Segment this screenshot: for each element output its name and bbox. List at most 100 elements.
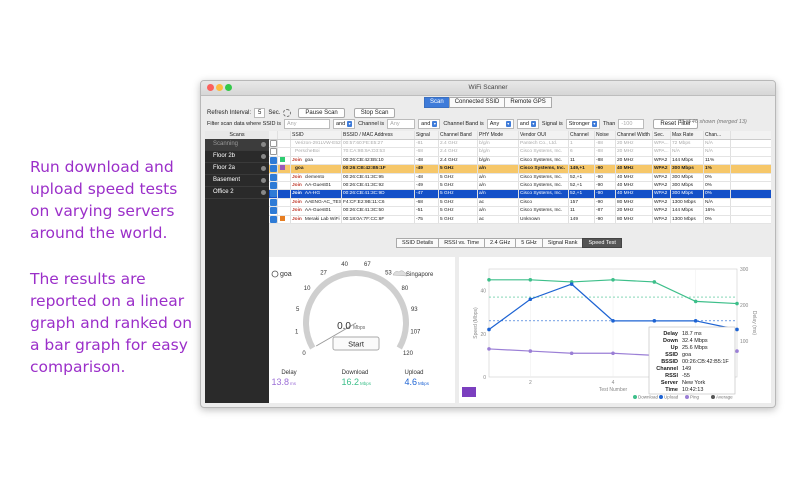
row-checkbox[interactable] — [270, 140, 277, 147]
row-checkbox[interactable] — [270, 207, 277, 215]
column-header[interactable]: Max Rate — [671, 131, 704, 139]
color-swatch[interactable] — [280, 165, 285, 171]
scan-item-floor-2b[interactable]: Floor 2b — [205, 151, 269, 163]
row-checkbox[interactable] — [270, 190, 277, 198]
upload-point[interactable] — [735, 327, 739, 332]
signal-threshold-input[interactable]: -100 — [618, 119, 645, 129]
remove-scan-icon[interactable] — [261, 190, 266, 195]
join-link[interactable]: Join — [292, 200, 302, 205]
remove-scan-icon[interactable] — [261, 154, 266, 159]
upload-point[interactable] — [693, 319, 698, 323]
join-link[interactable]: Join — [292, 175, 302, 180]
join-link[interactable]: Join — [292, 208, 302, 213]
color-swatch[interactable] — [280, 207, 285, 213]
join-link[interactable]: Join — [292, 158, 302, 163]
stop-scan-button[interactable]: Stop Scan — [353, 108, 396, 118]
ping-point[interactable] — [487, 347, 491, 351]
tab-scan[interactable]: Scan — [424, 97, 450, 108]
upload-point[interactable] — [487, 327, 491, 332]
column-header[interactable]: Vendor OUI — [519, 131, 569, 139]
color-swatch[interactable] — [280, 173, 285, 179]
table-row[interactable]: Join AA-Guest01 00:26:CB:41:3C:92 -49 5 GHz a… — [269, 181, 771, 191]
scan-item-office-2[interactable]: Office 2 — [205, 187, 269, 199]
row-checkbox[interactable] — [270, 198, 277, 206]
ping-point[interactable] — [735, 349, 739, 353]
band-select[interactable]: Any ▾ — [486, 119, 514, 129]
and-select-1[interactable]: and ▾ — [332, 119, 356, 129]
refresh-interval-select[interactable]: 5 — [254, 108, 266, 118]
column-header[interactable]: Signal — [415, 131, 439, 139]
table-row[interactable]: Join clemento 00:26:CB:41:3C:95 -48 5 GHz a/n… — [269, 173, 771, 182]
tab-5-ghz[interactable]: 5 GHz — [515, 238, 543, 248]
column-header[interactable] — [278, 131, 291, 139]
table-row[interactable]: Join AA-Guest01 00:26:CB:41:3C:50 -51 5 GHz a… — [269, 207, 771, 216]
row-checkbox[interactable] — [270, 215, 277, 223]
tab-remote-gps[interactable]: Remote GPS — [504, 97, 552, 108]
column-header[interactable] — [269, 131, 278, 139]
row-checkbox[interactable] — [270, 181, 277, 189]
column-header[interactable]: Sec. — [653, 131, 671, 139]
column-header[interactable]: Channel — [569, 131, 595, 139]
remove-scan-icon[interactable] — [261, 178, 266, 183]
table-row[interactable]: Join AA-HG 00:26:CB:41:3C:9D -47 5 GHz a/n Cis… — [269, 190, 771, 199]
and-select-2[interactable]: and ▾ — [418, 119, 441, 129]
remove-scan-icon[interactable] — [261, 142, 266, 147]
tab-connected-ssid[interactable]: Connected SSID — [448, 97, 506, 108]
signal-select[interactable]: Stronger ▾ — [565, 119, 600, 129]
scan-item-scanning[interactable]: Scanning — [205, 139, 269, 151]
row-checkbox[interactable] — [270, 165, 277, 173]
column-header[interactable]: Channel Band — [439, 131, 478, 139]
column-header[interactable]: Noise — [595, 131, 616, 139]
and-select-3[interactable]: and ▾ — [516, 119, 539, 129]
upload-point[interactable] — [611, 319, 615, 323]
pause-scan-button[interactable]: Pause Scan — [298, 108, 345, 118]
table-row[interactable]: PerscheBoi 70:CA:9B:9A:D3:53 -68 2.4 GHz b/g… — [269, 148, 771, 157]
upload-point[interactable] — [569, 282, 574, 286]
color-swatch[interactable] — [280, 148, 285, 154]
bar-chart-toggle-icon[interactable] — [462, 387, 476, 397]
channel-filter-input[interactable]: Any — [387, 119, 416, 129]
color-swatch[interactable] — [280, 198, 285, 204]
download-point[interactable] — [528, 278, 533, 282]
ping-point[interactable] — [611, 351, 615, 356]
tab-signal-rank[interactable]: Signal Rank — [541, 238, 584, 248]
ping-point[interactable] — [528, 349, 533, 353]
color-swatch[interactable] — [280, 157, 285, 163]
row-checkbox[interactable] — [270, 148, 277, 156]
join-link[interactable]: Join — [292, 217, 302, 222]
upload-point[interactable] — [528, 297, 533, 302]
row-checkbox[interactable] — [270, 156, 277, 164]
download-point[interactable] — [652, 280, 657, 284]
tab-rssi-vs-time[interactable]: RSSI vs. Time — [438, 238, 486, 248]
download-point[interactable] — [611, 278, 615, 282]
download-point[interactable] — [487, 278, 491, 282]
tab-speed-test[interactable]: Speed Test — [582, 238, 622, 248]
column-header[interactable]: SSID — [291, 131, 342, 139]
join-link[interactable]: Join — [292, 191, 302, 196]
scan-item-basement[interactable]: Basement — [205, 175, 269, 187]
table-row[interactable]: Join AAENG-AC_TEST F4:CF:E2:9B:11:C6 -68 5 G… — [269, 198, 771, 208]
table-row[interactable]: Join goa 00:26:CB:42:B5:10 -48 2.4 GHz b/g/n C… — [269, 156, 771, 166]
tab-2-4-ghz[interactable]: 2.4 GHz — [484, 238, 517, 248]
column-header[interactable]: Channel Width — [616, 131, 653, 139]
join-link[interactable]: Join — [292, 183, 302, 188]
table-row[interactable]: Join Meraki Lab WiFi 00:18:0A:7F:CC:6F -75 5… — [269, 215, 771, 224]
column-header[interactable]: PHY Mode — [478, 131, 519, 139]
color-swatch[interactable] — [280, 190, 285, 196]
remove-scan-icon[interactable] — [261, 166, 266, 171]
upload-point[interactable] — [652, 319, 657, 323]
row-checkbox[interactable] — [270, 173, 277, 181]
column-header[interactable]: Chan... — [704, 131, 731, 139]
color-swatch[interactable] — [280, 215, 285, 221]
tab-ssid-details[interactable]: SSID Details — [396, 238, 440, 248]
table-row[interactable]: goa 00:26:CB:42:B5:1F -49 5 GHz a/n Cisco Sys… — [269, 165, 771, 174]
table-row[interactable]: Verizon-291LVW-E527 00:57:60:FE:E5:27 -81 2… — [269, 140, 771, 149]
color-swatch[interactable] — [280, 182, 285, 188]
color-swatch[interactable] — [280, 140, 285, 146]
download-point[interactable] — [693, 299, 698, 304]
download-point[interactable] — [735, 301, 739, 306]
ping-point[interactable] — [569, 351, 574, 356]
scan-item-floor-2a[interactable]: Floor 2a — [205, 163, 269, 175]
ssid-filter-input[interactable]: Any — [283, 119, 330, 129]
column-header[interactable]: BSSID / MAC Address — [342, 131, 415, 139]
